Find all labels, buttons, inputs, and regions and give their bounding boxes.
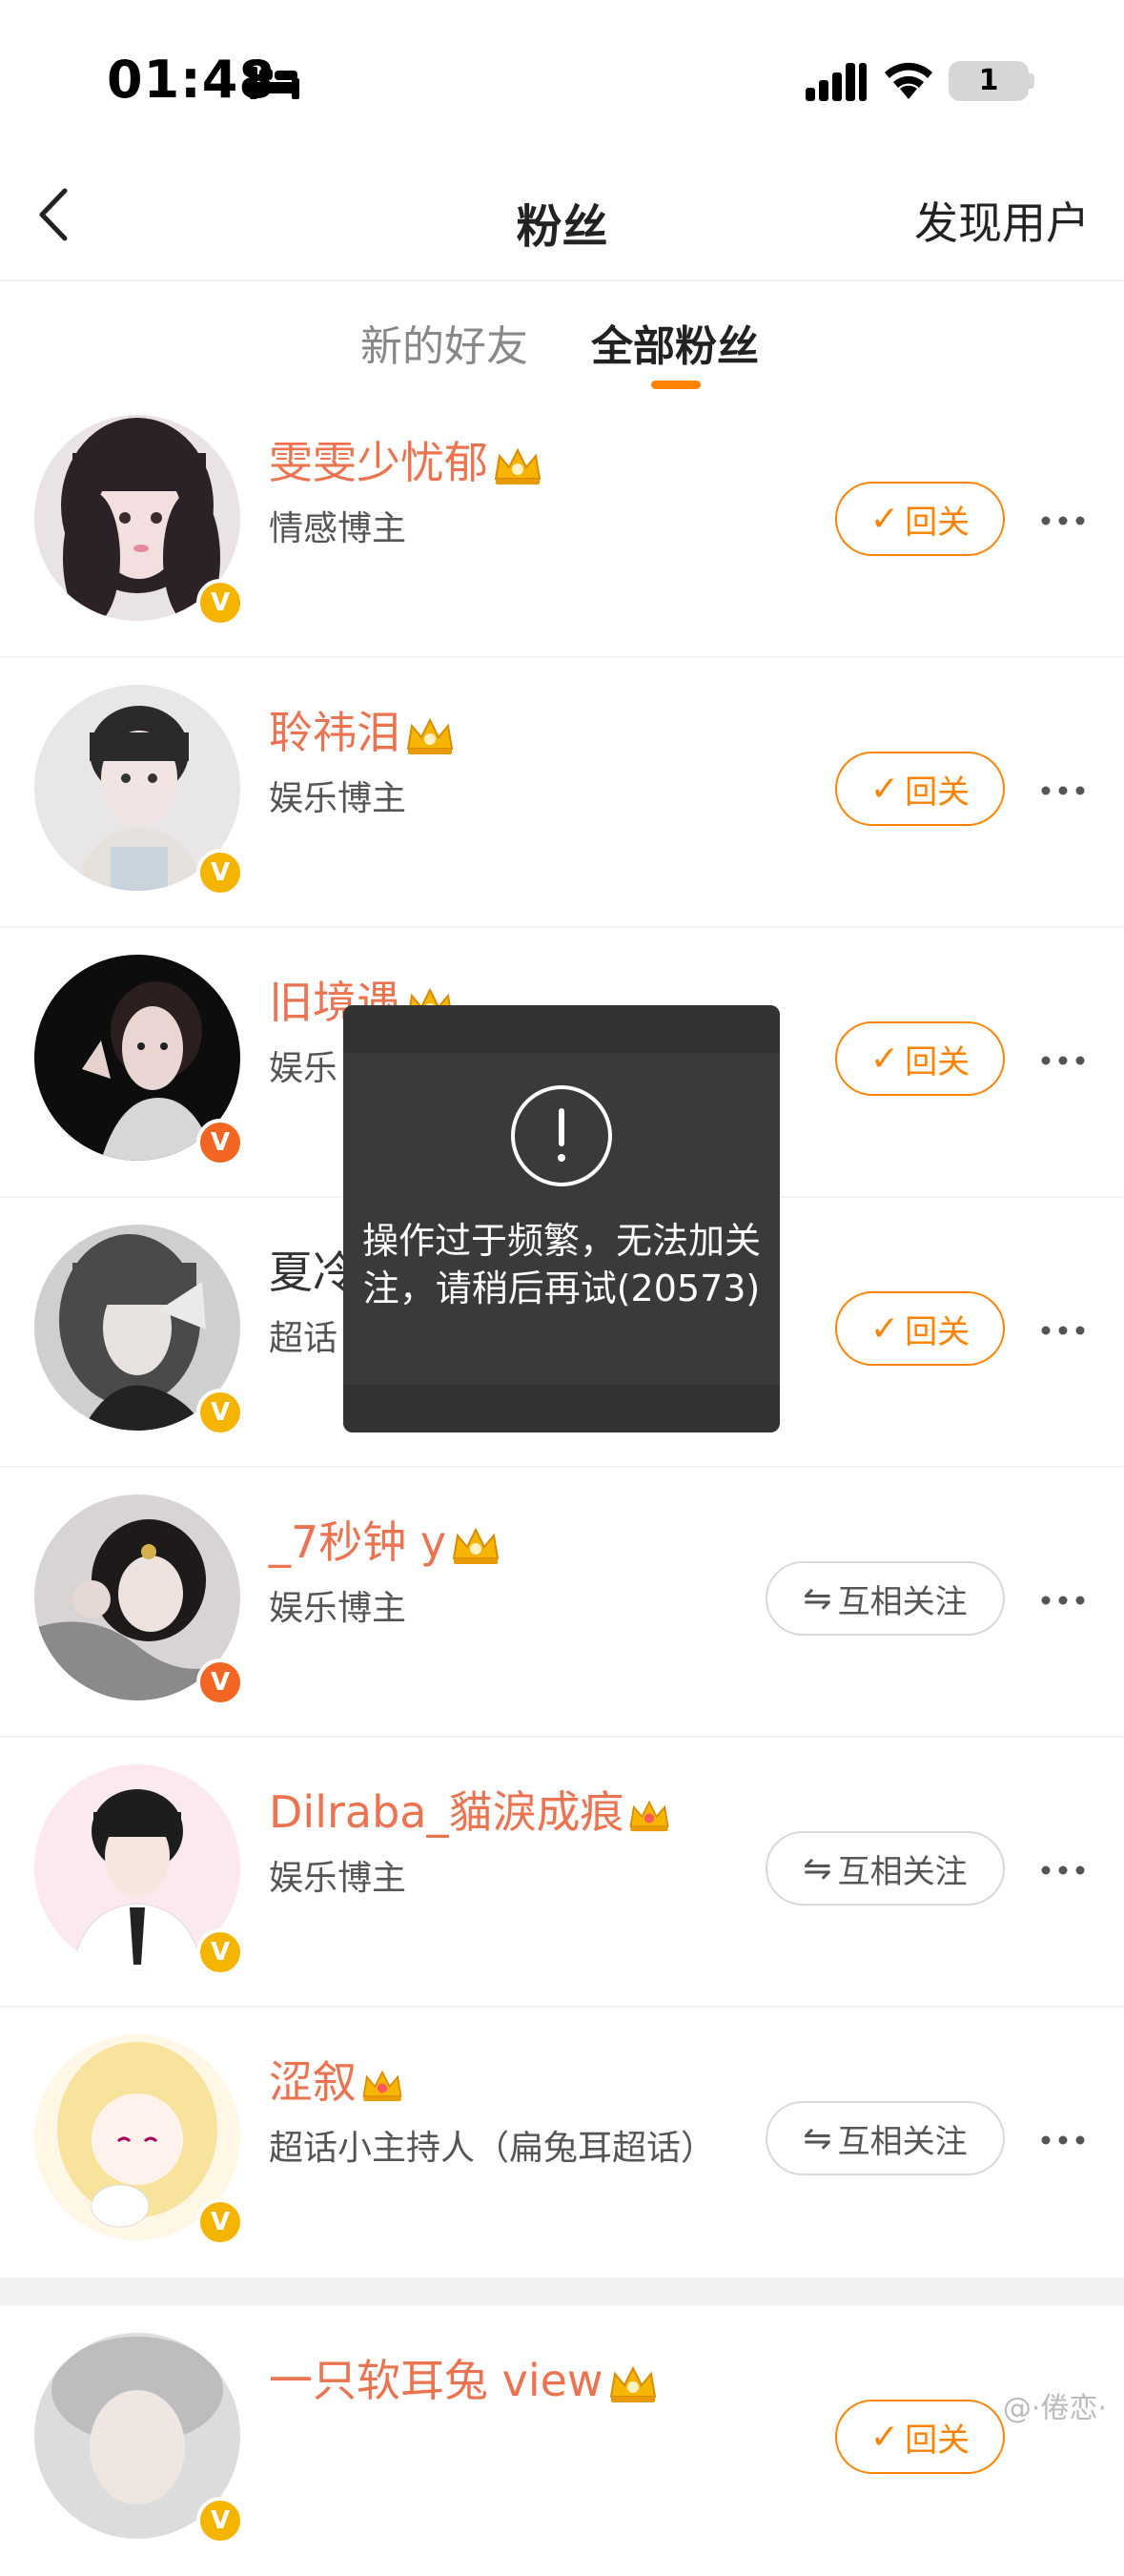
more-options-icon[interactable] xyxy=(1041,516,1085,526)
more-options-icon[interactable] xyxy=(1041,786,1085,795)
fan-name[interactable]: Dilraba_貓淚成痕 xyxy=(269,1778,671,1841)
check-icon: ✓ xyxy=(869,499,900,539)
nav-bar: 粉丝 发现用户 xyxy=(0,143,1124,281)
follow-back-label: 回关 xyxy=(905,1042,971,1082)
fan-name[interactable]: 一只软耳兔 view xyxy=(269,2346,659,2409)
discover-users-link[interactable]: 发现用户 xyxy=(914,189,1090,252)
fan-description: 娱乐博主 xyxy=(269,779,407,818)
verified-badge: V xyxy=(196,1389,244,1436)
fan-description: 娱乐 xyxy=(269,1049,338,1088)
verified-badge: V xyxy=(196,579,244,627)
battery-tip xyxy=(1029,73,1034,89)
follow-back-label: 回关 xyxy=(905,773,971,812)
fan-row[interactable]: V _7秒钟 y 娱乐博主 ⇋ 互相关注 xyxy=(0,1468,1124,1738)
verified-badge: V xyxy=(196,1659,244,1706)
battery-indicator: 1 xyxy=(949,61,1029,101)
crown-icon xyxy=(494,447,542,484)
wifi-icon xyxy=(885,62,932,99)
mutual-follow-button[interactable]: ⇋ 互相关注 xyxy=(766,1561,1005,1636)
crown-icon xyxy=(406,717,454,754)
follow-back-button[interactable]: ✓ 回关 xyxy=(835,2400,1005,2474)
verified-badge: V xyxy=(196,849,244,896)
section-divider xyxy=(0,2277,1124,2306)
toast-top-band xyxy=(343,1005,780,1053)
sleep-mode-icon xyxy=(250,67,299,99)
crown-icon xyxy=(452,1527,500,1564)
crown-icon xyxy=(629,1800,670,1831)
avatar[interactable]: V xyxy=(34,415,244,627)
check-icon: ✓ xyxy=(869,1039,900,1079)
more-options-icon[interactable] xyxy=(1041,1596,1085,1605)
fan-name-text: 聆祎泪 xyxy=(269,707,400,758)
more-options-icon[interactable] xyxy=(1041,1326,1085,1335)
mutual-follow-button[interactable]: ⇋ 互相关注 xyxy=(766,2101,1005,2175)
crown-icon xyxy=(609,2365,656,2402)
swap-arrows-icon: ⇋ xyxy=(803,2118,832,2158)
swap-arrows-icon: ⇋ xyxy=(803,1578,832,1618)
more-options-icon[interactable] xyxy=(1041,2135,1085,2145)
fan-description: 娱乐博主 xyxy=(269,1859,407,1898)
fan-name-text: 涩叙 xyxy=(269,2056,357,2108)
check-icon: ✓ xyxy=(869,769,900,809)
toast-message: 操作过于频繁，无法加关注，请稍后再试(20573) xyxy=(362,1220,762,1309)
verified-badge: V xyxy=(196,1928,244,1976)
follow-back-label: 回关 xyxy=(905,2421,971,2460)
follow-back-label: 回关 xyxy=(905,503,971,542)
fan-description: 超话 xyxy=(269,1319,338,1358)
avatar[interactable]: V xyxy=(34,685,244,896)
mutual-follow-button[interactable]: ⇋ 互相关注 xyxy=(766,1831,1005,1906)
fan-name-text: 雯雯少忧郁 xyxy=(269,437,488,488)
fan-name-text: _7秒钟 y xyxy=(269,1516,447,1568)
avatar[interactable]: V xyxy=(34,955,244,1166)
more-options-icon[interactable] xyxy=(1041,1056,1085,1065)
battery-level: 1 xyxy=(978,64,999,97)
avatar[interactable]: V xyxy=(34,1494,244,1706)
more-options-icon[interactable] xyxy=(1041,1865,1085,1875)
mutual-follow-label: 互相关注 xyxy=(837,1582,968,1621)
verified-badge: V xyxy=(196,2497,244,2545)
follow-back-button[interactable]: ✓ 回关 xyxy=(835,482,1005,556)
tab-all-fans[interactable]: 全部粉丝 xyxy=(591,312,759,373)
avatar[interactable]: V xyxy=(34,1225,244,1436)
fan-row[interactable]: V Dilraba_貓淚成痕 娱乐博主 ⇋ 互相关注 xyxy=(0,1738,1124,2008)
watermark: @·倦恋· xyxy=(1002,2392,1107,2425)
avatar[interactable]: V xyxy=(34,2333,244,2545)
fan-name[interactable]: 聆祎泪 xyxy=(269,698,456,761)
check-icon: ✓ xyxy=(869,1309,900,1349)
fan-row[interactable]: V 一只软耳兔 view ✓ 回关 xyxy=(0,2306,1124,2576)
verified-badge: V xyxy=(196,2198,244,2246)
fan-row[interactable]: V 雯雯少忧郁 情感博主 ✓ 回关 xyxy=(0,388,1124,658)
fan-name-text: 一只软耳兔 view xyxy=(269,2355,603,2406)
follow-back-button[interactable]: ✓ 回关 xyxy=(835,752,1005,826)
fan-name-text: Dilraba_貓淚成痕 xyxy=(269,1786,624,1838)
check-icon: ✓ xyxy=(869,2417,900,2457)
mutual-follow-label: 互相关注 xyxy=(837,2122,968,2161)
fan-row[interactable]: V 聆祎泪 娱乐博主 ✓ 回关 xyxy=(0,658,1124,928)
verified-badge: V xyxy=(196,1119,244,1166)
mutual-follow-label: 互相关注 xyxy=(837,1852,968,1891)
toast-bottom-band xyxy=(343,1385,780,1432)
cellular-signal-icon xyxy=(806,63,867,101)
avatar[interactable]: V xyxy=(34,1764,244,1976)
fan-row[interactable]: V 涩叙 超话小主持人（扁兔耳超话） ⇋ 互相关注 xyxy=(0,2008,1124,2277)
fan-description: 超话小主持人（扁兔耳超话） xyxy=(269,2129,716,2168)
error-toast: 操作过于频繁，无法加关注，请稍后再试(20573) xyxy=(343,1005,780,1432)
exclamation-icon xyxy=(511,1085,612,1186)
follow-back-label: 回关 xyxy=(905,1312,971,1351)
avatar[interactable]: V xyxy=(34,2034,244,2246)
status-bar: 01:48 1 xyxy=(0,0,1124,143)
fan-name[interactable]: 涩叙 xyxy=(269,2048,404,2111)
fan-name[interactable]: _7秒钟 y xyxy=(269,1508,501,1571)
fan-name[interactable]: 雯雯少忧郁 xyxy=(269,428,543,491)
fan-description: 娱乐博主 xyxy=(269,1589,407,1628)
follow-back-button[interactable]: ✓ 回关 xyxy=(835,1291,1005,1366)
swap-arrows-icon: ⇋ xyxy=(803,1848,832,1888)
crown-icon xyxy=(362,2070,402,2101)
tab-new-friends[interactable]: 新的好友 xyxy=(360,312,528,373)
fan-list: V 雯雯少忧郁 情感博主 ✓ 回关 V 聆祎泪 娱乐博主 ✓ 回关 V 旧境遇 娱乐… xyxy=(0,388,1124,2576)
fan-description: 情感博主 xyxy=(269,509,407,548)
tab-bar: 新的好友 全部粉丝 xyxy=(0,281,1124,396)
follow-back-button[interactable]: ✓ 回关 xyxy=(835,1021,1005,1096)
